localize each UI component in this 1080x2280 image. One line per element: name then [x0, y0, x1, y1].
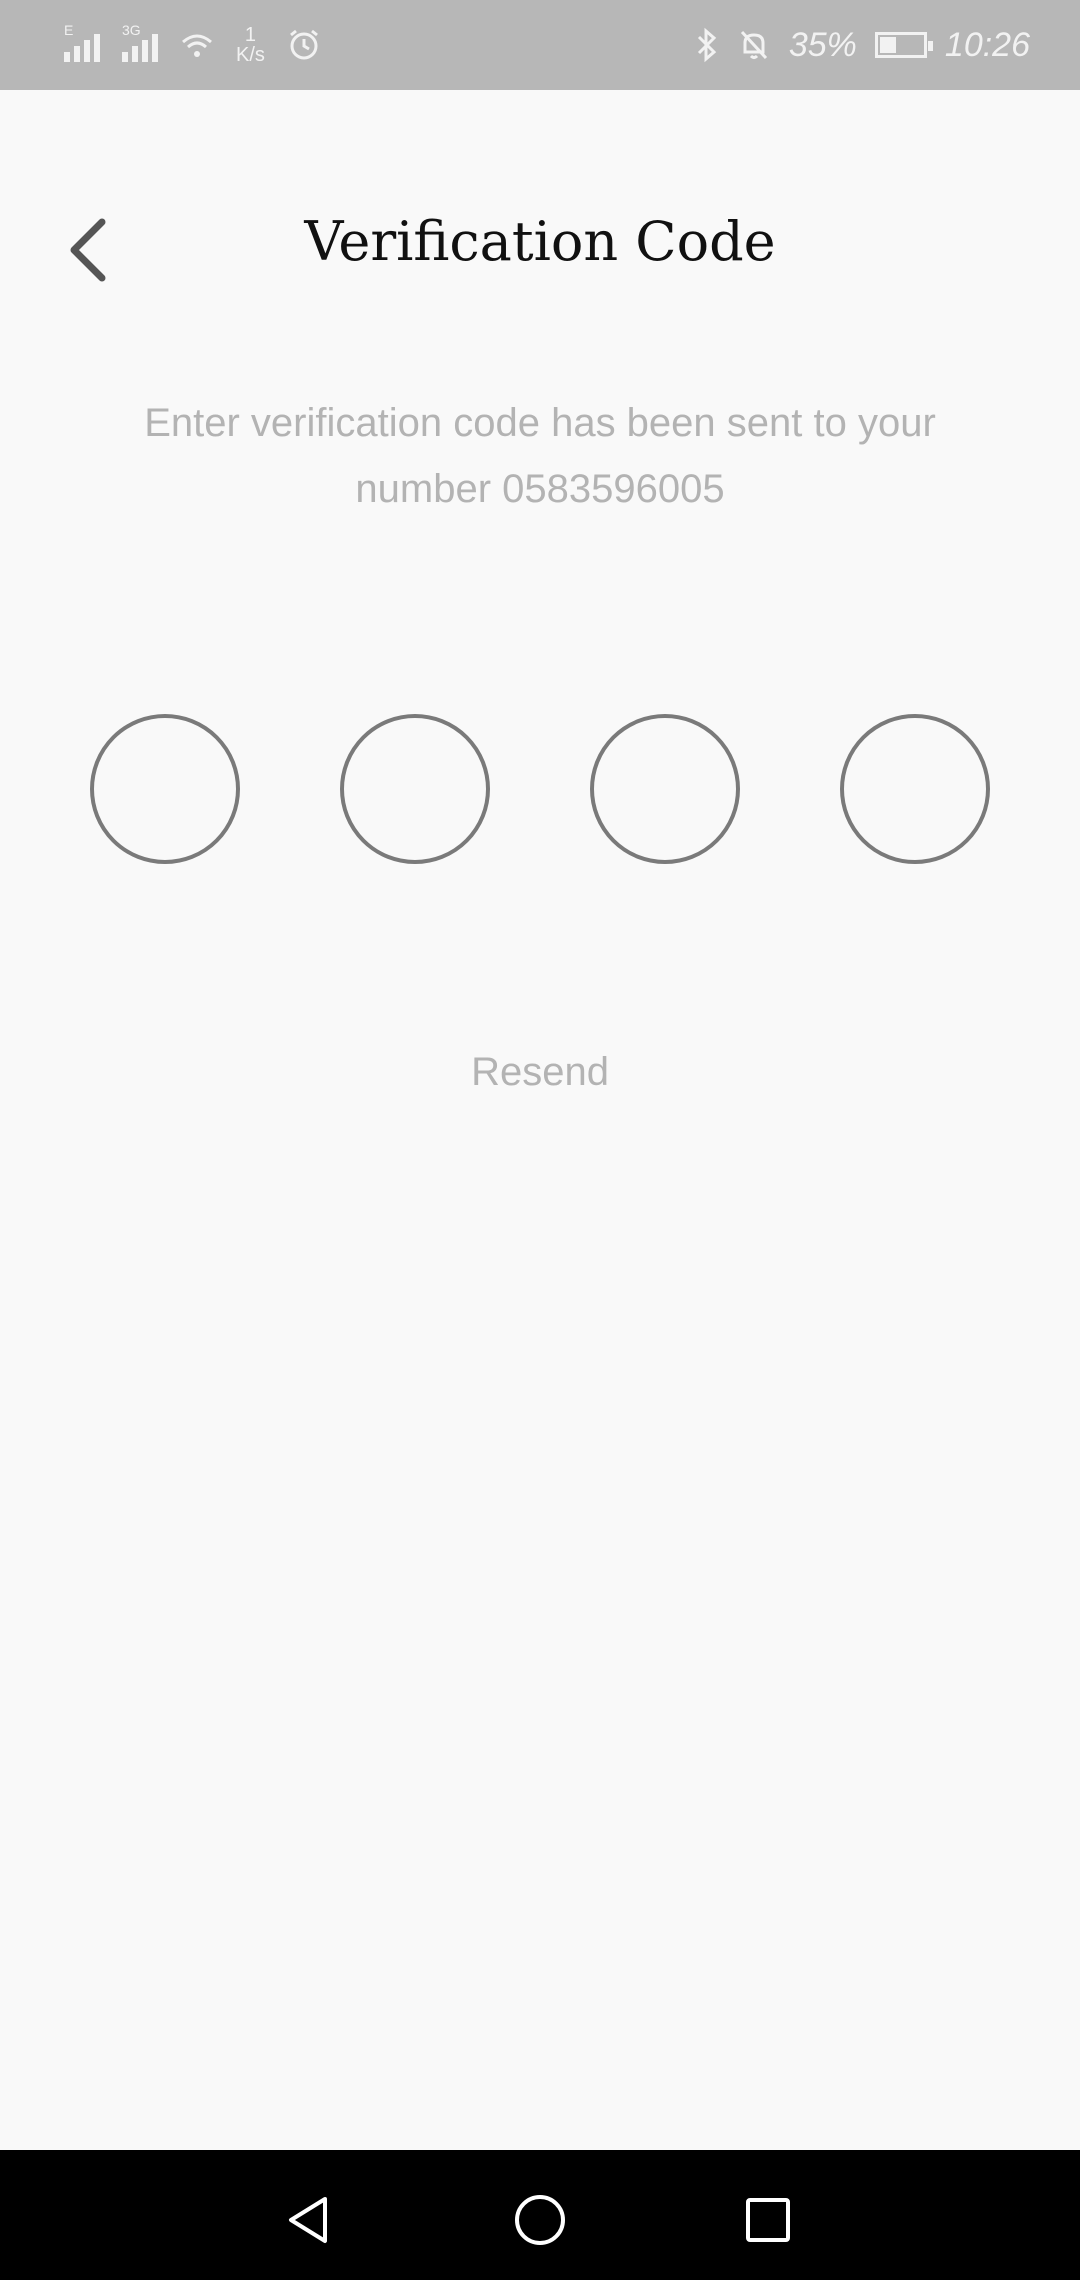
signal-icon: 3G — [122, 22, 158, 62]
back-triangle-icon — [289, 2197, 327, 2243]
net-speed-unit: K/s — [236, 44, 265, 66]
nav-back-button[interactable] — [268, 2180, 348, 2260]
battery-percent: 35% — [788, 25, 857, 64]
code-input-row — [90, 714, 990, 864]
battery-icon — [874, 32, 933, 58]
wifi-icon — [182, 34, 212, 57]
bluetooth-icon — [697, 27, 717, 63]
code-digit-input[interactable] — [90, 714, 240, 864]
clock-time: 10:26 — [944, 25, 1030, 64]
instructions-text: Enter verification code has been sent to… — [144, 401, 936, 511]
status-right: 35% 10:26 — [695, 18, 1030, 72]
silent-bell-icon — [740, 30, 767, 60]
signal-type-label: 3G — [122, 22, 141, 38]
status-left: E 3G 1 K/s — [64, 18, 321, 72]
code-digit-input[interactable] — [340, 714, 490, 864]
signal-type-label: E — [64, 22, 74, 38]
code-digit-input[interactable] — [590, 714, 740, 864]
nav-recents-button[interactable] — [728, 2180, 808, 2260]
system-nav-bar — [0, 2150, 1080, 2280]
net-speed: 1 K/s — [236, 25, 265, 65]
page-title: Verification Code — [304, 210, 776, 273]
home-circle-icon — [515, 2195, 565, 2245]
net-speed-value: 1 — [244, 24, 257, 46]
resend-button[interactable]: Resend — [0, 1050, 1080, 1095]
recents-square-icon — [746, 2198, 790, 2242]
nav-home-button[interactable] — [500, 2180, 580, 2260]
header: Verification Code — [0, 180, 1080, 320]
status-bar: E 3G 1 K/s 35% 10:26 — [0, 0, 1080, 90]
battery-fill — [879, 37, 896, 53]
code-digit-input[interactable] — [840, 714, 990, 864]
signal-icon: E — [64, 22, 100, 62]
alarm-icon — [289, 29, 318, 60]
